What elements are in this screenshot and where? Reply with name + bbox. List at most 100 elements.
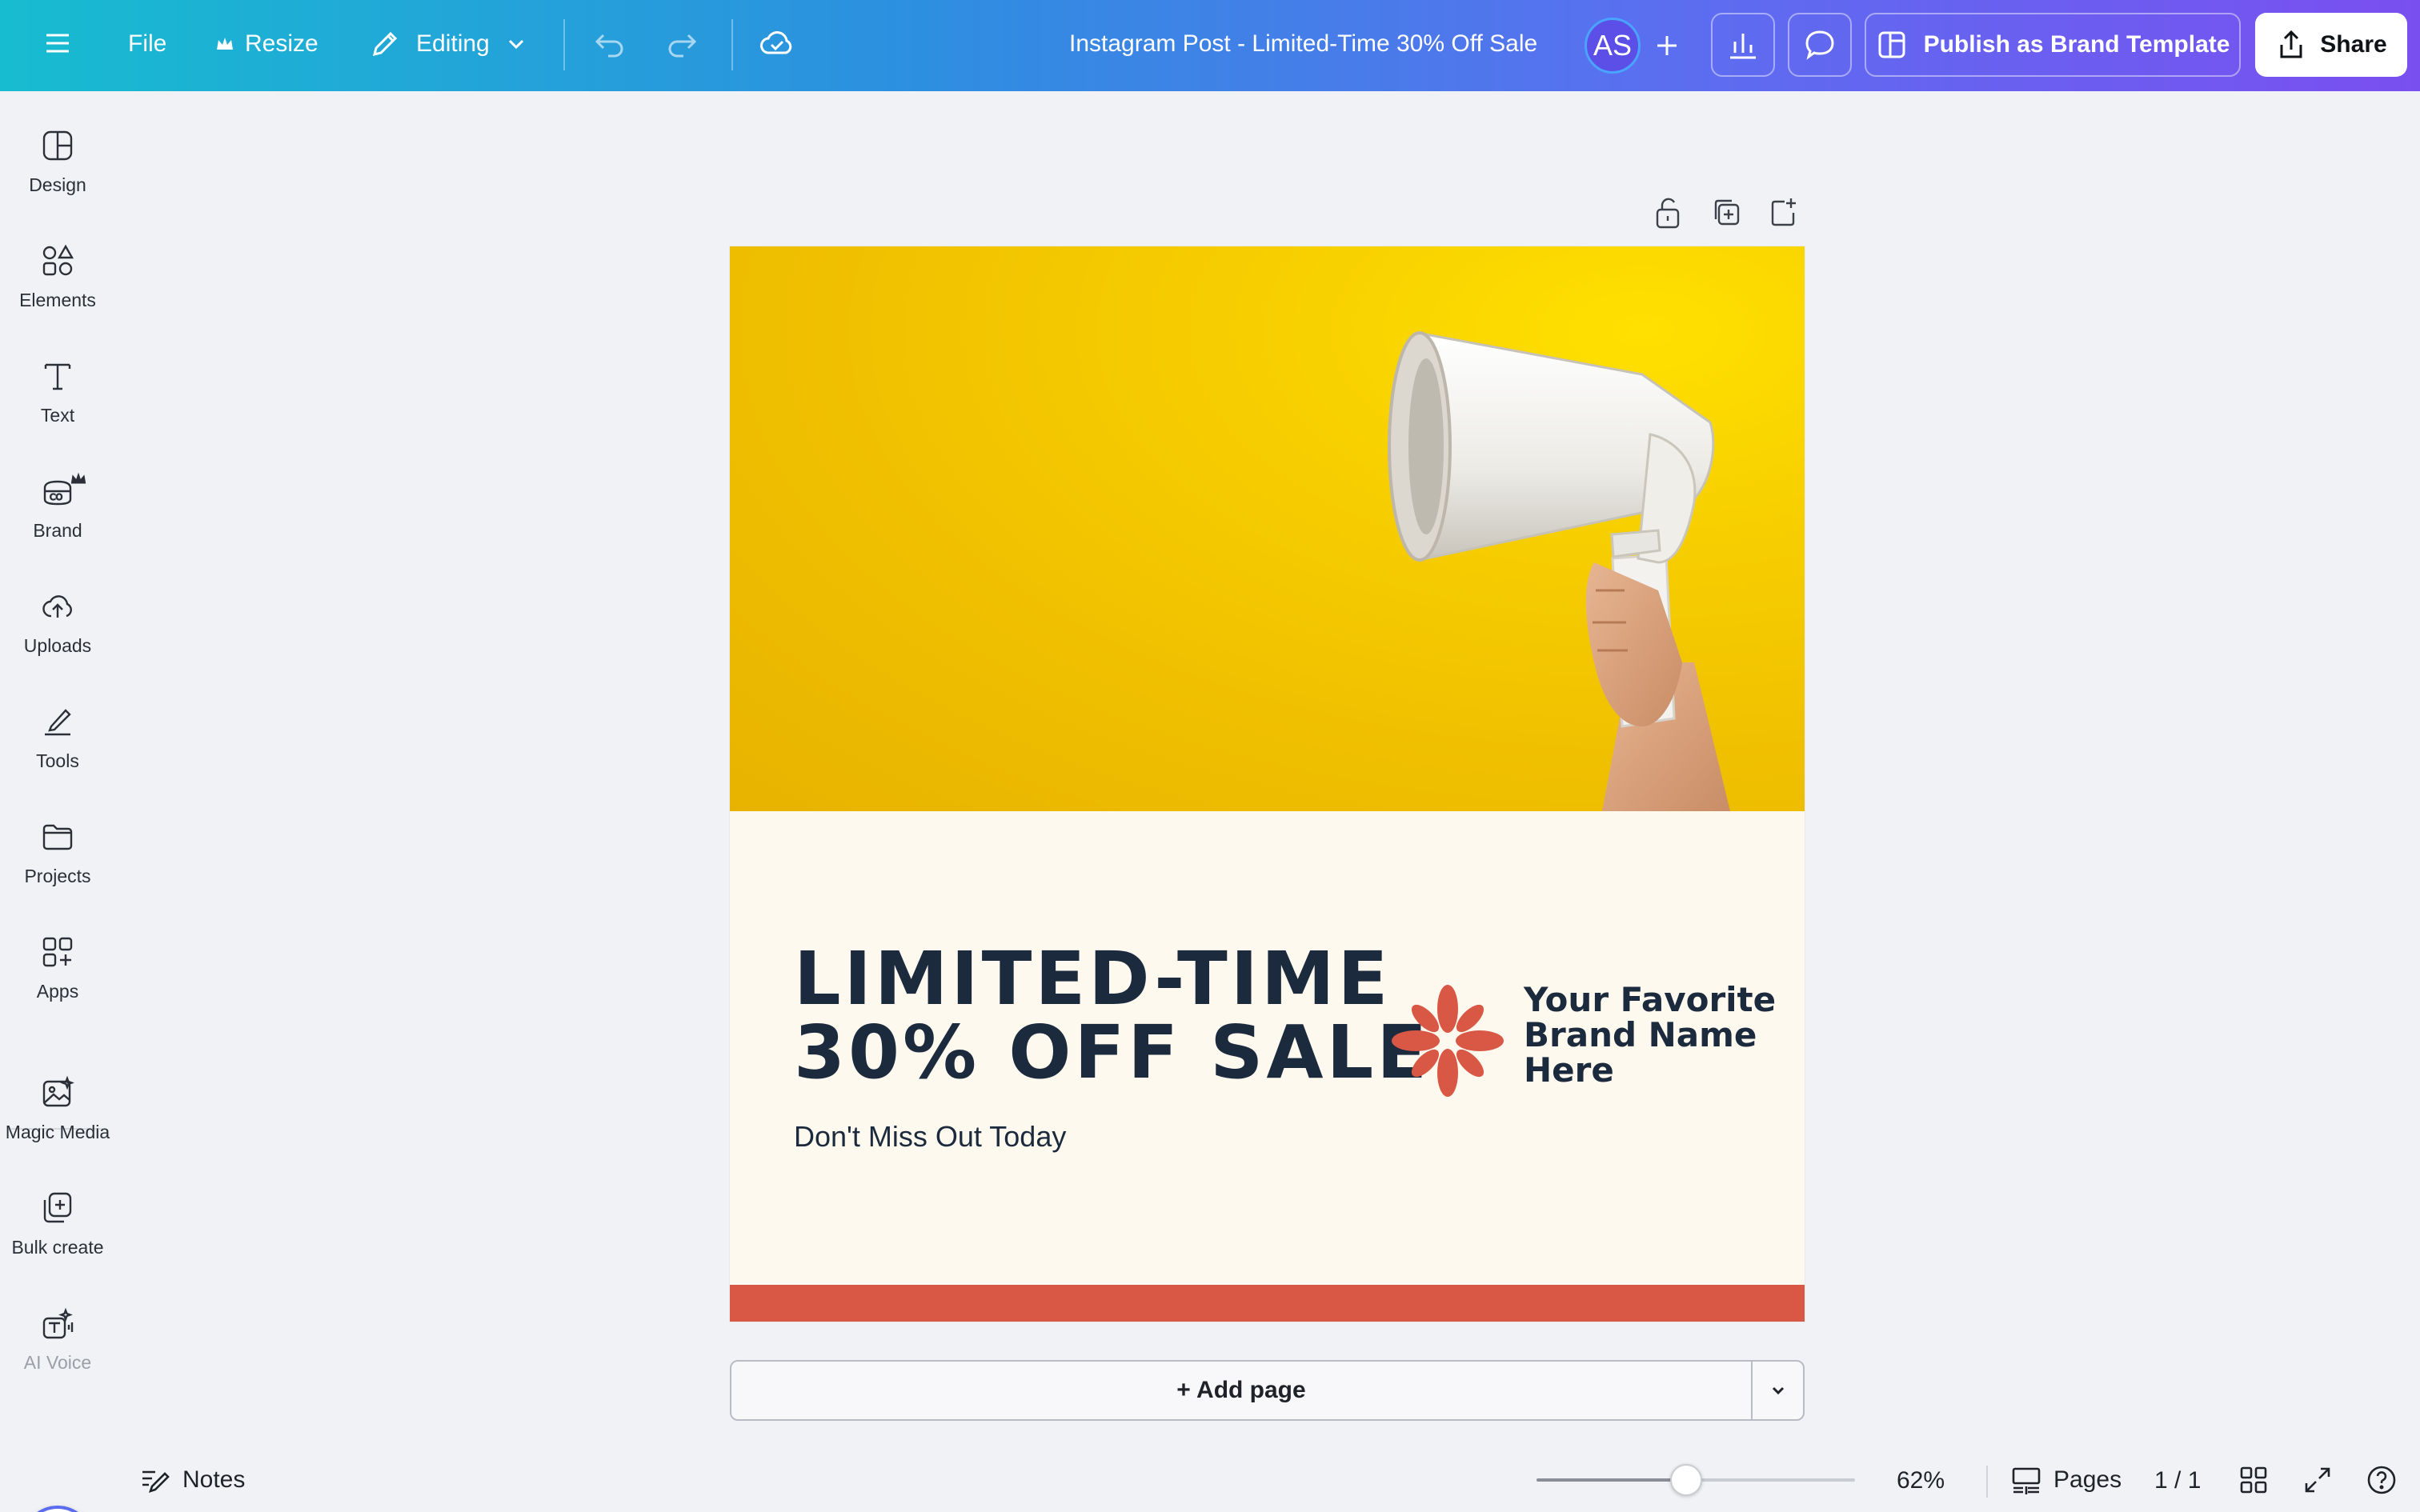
sidebar-item-label: Projects xyxy=(24,866,91,886)
crown-icon xyxy=(70,472,86,484)
resize-button[interactable]: Resize xyxy=(214,30,319,58)
uploads-icon xyxy=(42,595,72,618)
document-title[interactable]: Instagram Post - Limited-Time 30% Off Sa… xyxy=(1069,30,1537,58)
brand-name-text[interactable]: Your Favorite Brand Name Here xyxy=(1524,982,1780,1088)
fullscreen-button[interactable] xyxy=(2302,1464,2334,1496)
folder-icon xyxy=(42,824,73,850)
editing-label: Editing xyxy=(416,30,490,57)
left-sidebar: Design Elements Text CO Brand Uploads To… xyxy=(0,91,115,1512)
undo-icon xyxy=(595,34,623,58)
zoom-percentage[interactable]: 62% xyxy=(1897,1467,1945,1494)
avatar-initials: AS xyxy=(1593,29,1633,62)
notes-button[interactable]: Notes xyxy=(139,1464,245,1496)
publish-label: Publish as Brand Template xyxy=(1923,31,2230,58)
crown-icon xyxy=(217,38,233,50)
sidebar-item-label: Apps xyxy=(36,981,79,1002)
sidebar-item-label: AI Voice xyxy=(23,1352,92,1373)
cloud-check-icon xyxy=(760,31,792,54)
accent-bar[interactable] xyxy=(730,1285,1805,1322)
sidebar-item-brand[interactable]: CO Brand xyxy=(0,472,115,578)
sidebar-item-text[interactable]: Text xyxy=(0,358,115,462)
comments-button[interactable] xyxy=(1788,13,1852,77)
magic-assistant-button[interactable] xyxy=(21,1506,94,1512)
zoom-slider-thumb[interactable] xyxy=(1670,1464,1703,1496)
sidebar-item-label: Tools xyxy=(36,750,79,771)
add-collaborator-button[interactable] xyxy=(1639,18,1695,74)
redo-button[interactable] xyxy=(664,27,699,62)
file-label: File xyxy=(128,30,167,57)
sidebar-item-label: Bulk create xyxy=(11,1237,104,1258)
avatar[interactable]: AS xyxy=(1585,18,1641,74)
text-icon xyxy=(44,363,71,390)
sidebar-item-bulk-create[interactable]: Bulk create xyxy=(0,1190,115,1294)
design-page[interactable]: LIMITED-TIME 30% OFF SALE Don't Miss Out… xyxy=(730,246,1805,1322)
help-button[interactable] xyxy=(2366,1464,2398,1496)
grid-view-button[interactable] xyxy=(2238,1464,2270,1496)
megaphone-photo[interactable] xyxy=(730,246,1805,811)
share-button[interactable]: Share xyxy=(2255,13,2407,77)
magic-media-icon xyxy=(42,1075,74,1107)
page-count: 1 / 1 xyxy=(2154,1467,2202,1494)
sidebar-item-design[interactable]: Design xyxy=(0,128,115,232)
apps-icon xyxy=(42,937,73,967)
brand-logo-icon[interactable] xyxy=(1391,984,1504,1098)
zoom-value: 62% xyxy=(1897,1467,1945,1494)
add-page-label: + Add page xyxy=(1176,1377,1306,1403)
plus-icon xyxy=(1657,36,1677,55)
pages-icon xyxy=(2012,1467,2041,1494)
svg-text:CO: CO xyxy=(50,492,63,502)
sidebar-item-label: Elements xyxy=(19,290,96,310)
sidebar-item-ai-voice[interactable]: AI Voice xyxy=(0,1306,115,1410)
sidebar-item-magic-media[interactable]: Magic Media xyxy=(0,1075,115,1179)
undo-button[interactable] xyxy=(592,27,627,62)
save-status-button[interactable] xyxy=(759,26,795,62)
sidebar-item-label: Text xyxy=(40,405,75,426)
headline-line-2: 30% OFF SALE xyxy=(794,1010,1431,1095)
chevron-down-icon xyxy=(1772,1386,1784,1395)
sidebar-item-elements[interactable]: Elements xyxy=(0,243,115,347)
insights-button[interactable] xyxy=(1711,13,1775,77)
pages-button[interactable]: Pages xyxy=(2010,1464,2122,1496)
unlock-icon[interactable] xyxy=(1652,195,1684,230)
megaphone-illustration xyxy=(1388,331,1730,811)
expand-icon xyxy=(2305,1467,2330,1493)
add-page-icon[interactable] xyxy=(1767,195,1799,230)
brand-line-1: Your Favorite xyxy=(1524,980,1777,1019)
sidebar-item-apps[interactable]: Apps xyxy=(0,934,115,1038)
bulk-create-icon xyxy=(43,1192,72,1223)
notes-label: Notes xyxy=(182,1466,246,1493)
add-page-options-button[interactable] xyxy=(1751,1360,1805,1421)
redo-icon xyxy=(668,34,697,58)
grid-view-icon xyxy=(2240,1466,2267,1494)
sidebar-item-uploads[interactable]: Uploads xyxy=(0,589,115,693)
tools-icon xyxy=(45,709,71,736)
sidebar-item-label: Brand xyxy=(33,520,82,541)
page-toolbar xyxy=(1652,195,1799,230)
chevron-down-icon xyxy=(508,39,523,50)
bar-chart-icon xyxy=(1730,34,1756,59)
share-label: Share xyxy=(2320,31,2387,58)
file-menu-button[interactable]: File xyxy=(128,30,166,58)
hamburger-icon xyxy=(46,34,69,53)
brand-line-3: Here xyxy=(1524,1050,1614,1090)
editing-mode-dropdown[interactable]: Editing xyxy=(368,27,528,61)
template-icon xyxy=(1878,31,1905,58)
duplicate-page-icon[interactable] xyxy=(1709,195,1741,230)
elements-icon xyxy=(42,244,74,276)
main-menu-button[interactable] xyxy=(42,27,74,59)
footer-divider xyxy=(1986,1466,1988,1498)
publish-brand-template-button[interactable]: Publish as Brand Template xyxy=(1865,13,2241,77)
resize-label: Resize xyxy=(245,30,319,57)
top-bar: File Resize Editing Instagram Post - Lim… xyxy=(0,0,2420,91)
add-page-button[interactable]: + Add page xyxy=(730,1360,1753,1421)
share-icon xyxy=(2280,30,2302,58)
ai-voice-icon xyxy=(42,1307,74,1339)
headline[interactable]: LIMITED-TIME 30% OFF SALE xyxy=(794,942,1430,1090)
document-title-text: Instagram Post - Limited-Time 30% Off Sa… xyxy=(1069,30,1538,57)
subheadline[interactable]: Don't Miss Out Today xyxy=(794,1120,1066,1154)
notes-icon xyxy=(142,1470,170,1494)
headline-line-1: LIMITED-TIME xyxy=(794,936,1392,1022)
page-counter[interactable]: 1 / 1 xyxy=(2154,1467,2201,1494)
sidebar-item-tools[interactable]: Tools xyxy=(0,704,115,808)
sidebar-item-projects[interactable]: Projects xyxy=(0,819,115,923)
